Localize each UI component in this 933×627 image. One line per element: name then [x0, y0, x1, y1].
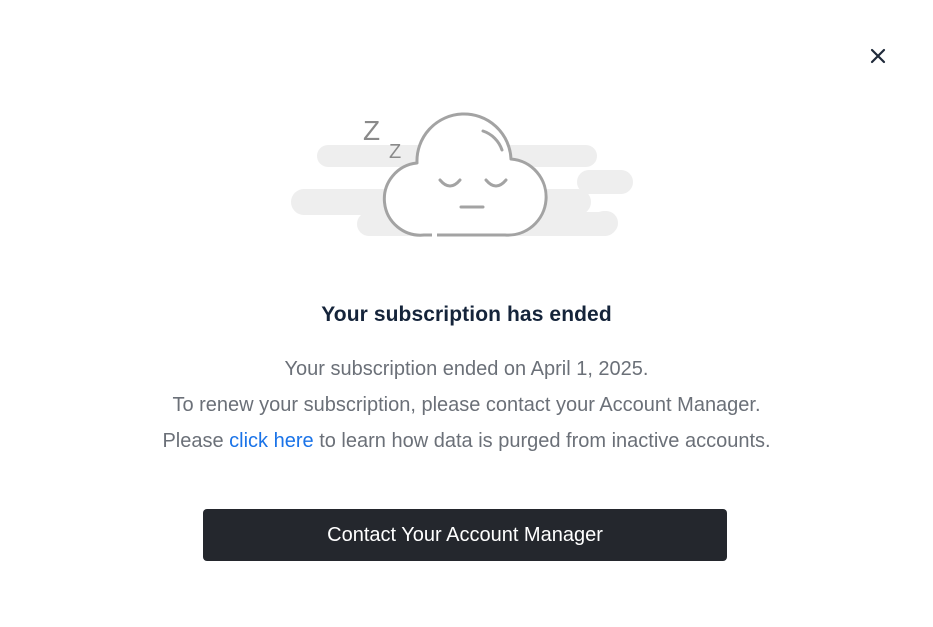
close-icon	[870, 48, 886, 64]
zzz-small: Z	[389, 141, 401, 163]
cloud-shape	[382, 112, 548, 237]
sleeping-cloud-icon: Z Z	[291, 112, 633, 237]
dialog-title: Your subscription has ended	[321, 303, 612, 326]
message-line-1: Your subscription ended on April 1, 2025…	[284, 358, 649, 380]
message-line-2: To renew your subscription, please conta…	[172, 394, 761, 416]
dialog-message: Your subscription ended on April 1, 2025…	[0, 351, 933, 459]
close-button[interactable]	[864, 42, 892, 70]
data-purge-info-link[interactable]: click here	[229, 430, 313, 452]
zzz-large: Z	[363, 115, 380, 146]
contact-account-manager-button[interactable]: Contact Your Account Manager	[203, 509, 727, 561]
message-line-3-suffix: to learn how data is purged from inactiv…	[313, 430, 771, 452]
message-line-3: Please click here to learn how data is p…	[0, 423, 933, 459]
message-line-3-prefix: Please	[162, 430, 230, 452]
contact-account-manager-label: Contact Your Account Manager	[327, 523, 603, 546]
